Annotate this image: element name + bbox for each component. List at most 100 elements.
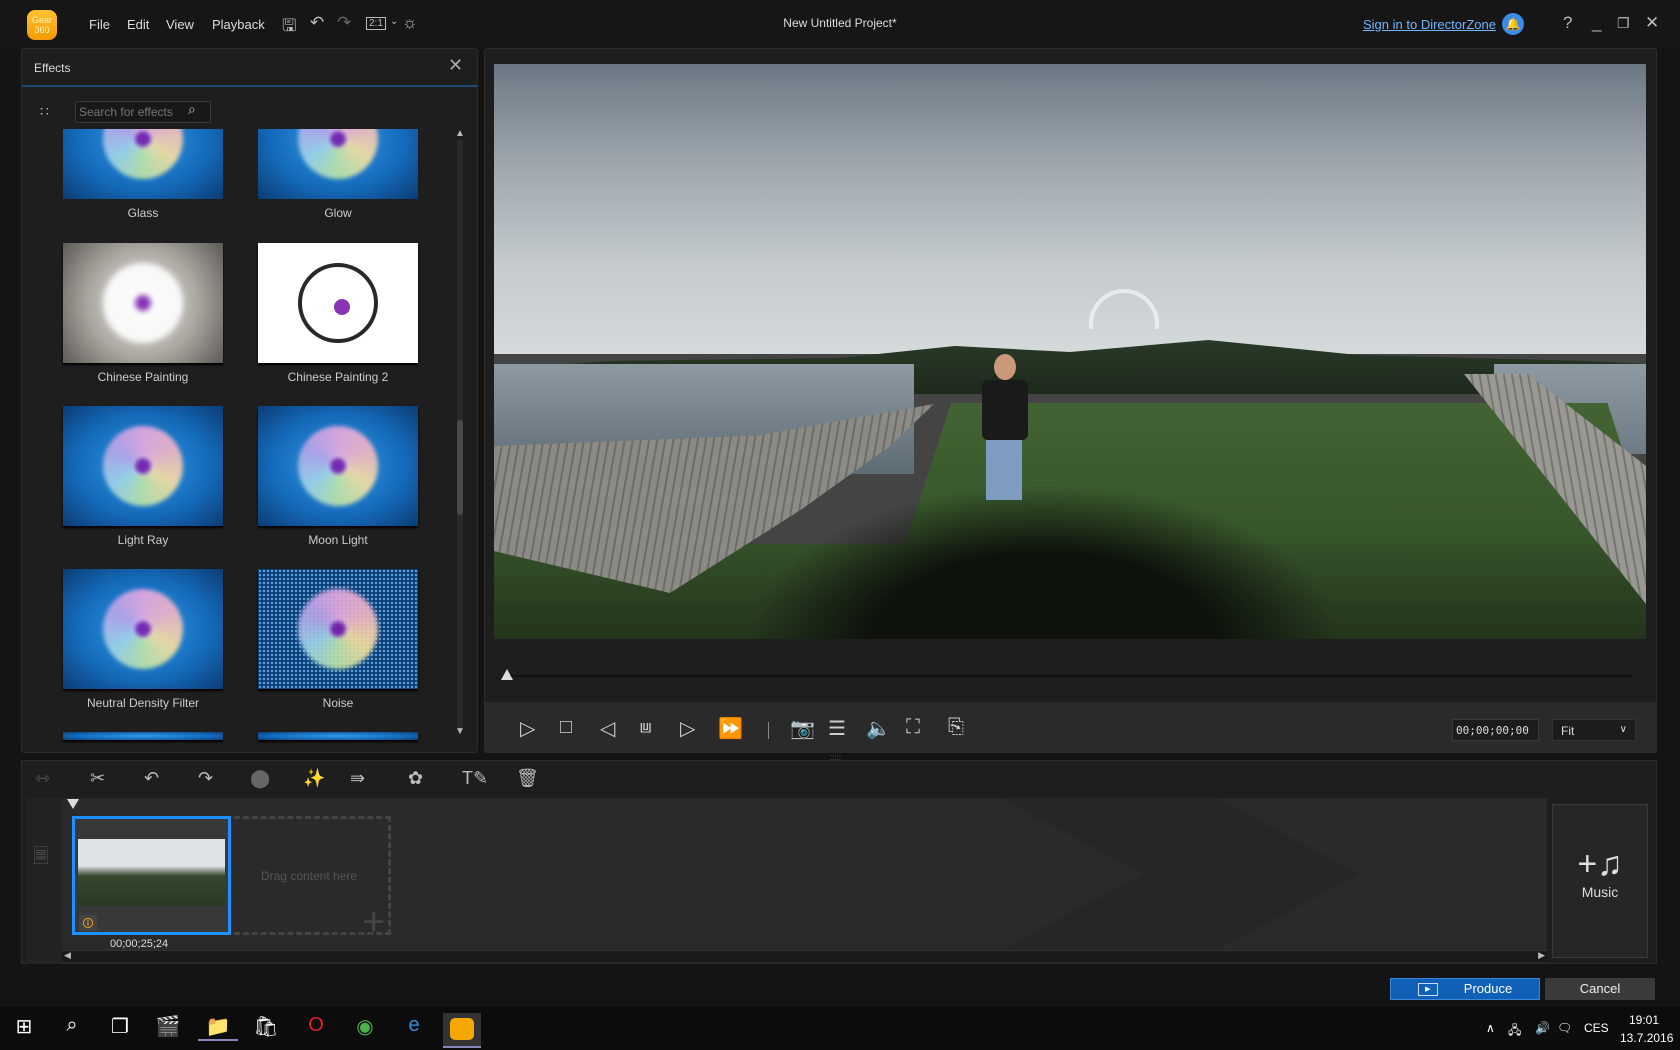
effect-label: Chinese Painting [97,370,189,384]
clip-info-icon[interactable]: 🛈 [79,915,97,931]
timeline-scrollbar[interactable]: ◀ ▶ [62,950,1547,962]
slider-knob[interactable] [501,669,513,680]
restore-icon[interactable]: ❐ [1617,15,1630,32]
help-icon[interactable]: ? [1563,13,1572,33]
divider [768,722,769,739]
bell-icon[interactable]: 🔔 [1502,13,1524,35]
minimize-icon[interactable]: _ [1592,13,1601,33]
scrollbar-thumb[interactable] [457,420,463,515]
timecode-display[interactable]: 00;00;00;00 [1452,719,1539,741]
rotate-right-icon[interactable]: ↷ [198,768,213,789]
next-frame-icon[interactable]: ▷ [680,716,695,741]
add-music-button[interactable]: +♫ Music [1552,804,1648,958]
drop-hint: Drag content here [260,869,358,883]
effect-thumbnail[interactable] [63,406,223,526]
task-view-icon[interactable]: ❐ [100,1014,140,1039]
title-text-icon[interactable]: T✎ [462,768,488,789]
aspect-ratio-button[interactable]: 2:1 [366,17,386,30]
store-icon[interactable]: 🛍 [246,1014,286,1039]
network-icon[interactable]: 🖧 [1508,1021,1521,1042]
snapshot-icon[interactable]: 📷 [790,716,815,741]
menu-view[interactable]: View [166,17,194,32]
fast-forward-icon[interactable]: ⏩ [718,716,743,741]
gear360-taskbar-button[interactable] [443,1013,481,1048]
add-icon[interactable]: + [362,900,385,945]
show-hidden-icon[interactable]: ∧ [1486,1021,1495,1035]
play-icon[interactable]: ▷ [520,716,535,741]
zoom-value: Fit [1561,724,1575,738]
scroll-up-icon[interactable]: ▲ [455,128,465,139]
track-header: 🗏 [27,798,62,964]
speed-icon[interactable]: ⇛ [350,768,365,789]
effects-icon[interactable]: ✿ [408,768,423,789]
effect-label: Chinese Painting 2 [287,370,389,384]
delete-icon[interactable]: 🗑 [516,768,539,789]
undo-icon[interactable]: ↶ [310,13,324,33]
app-icon[interactable]: 🎬 [148,1014,188,1039]
effect-label: Noise [322,696,354,710]
chevron-down-icon: ∨ [1619,724,1627,735]
subtitles-icon[interactable]: ☰ [828,716,846,741]
menu-file[interactable]: File [89,17,110,32]
menu-edit[interactable]: Edit [127,17,149,32]
fit-timeline-icon[interactable]: ⇿ [35,768,50,789]
magic-wand-icon[interactable]: ✨ [303,768,325,789]
cancel-button[interactable]: Cancel [1545,978,1655,1000]
clock-date[interactable]: 13.7.2016 [1620,1031,1673,1045]
timeline-clip[interactable]: 🛈 [72,816,231,935]
opera-icon[interactable]: O [296,1014,336,1037]
start-icon[interactable]: ⊞ [4,1014,44,1039]
scroll-down-icon[interactable]: ▼ [455,726,465,737]
settings-icon[interactable]: ☼ [402,13,418,33]
split-scissors-icon[interactable]: ✂ [90,768,105,789]
effect-label: Neutral Density Filter [86,696,200,710]
effect-thumbnail[interactable] [258,406,418,526]
playback-slider[interactable] [506,675,1633,677]
volume-icon[interactable]: 🔈 [866,716,891,741]
effect-label: Light Ray [117,533,169,547]
grid-view-icon[interactable]: ∷ [40,103,49,120]
close-icon[interactable]: ✕ [448,55,463,76]
clip-duration: 00;00;25;24 [110,938,169,950]
produce-button[interactable]: ▶ Produce [1390,978,1540,1000]
effect-thumbnail[interactable] [258,732,418,740]
stop-icon[interactable]: □ [560,716,572,739]
action-center-icon[interactable]: 🗨 [1557,1021,1572,1035]
person [974,354,1034,514]
video-preview[interactable] [494,64,1646,639]
effect-label: Glass [127,206,159,220]
search-icon[interactable]: ⌕ [52,1014,92,1037]
close-icon[interactable]: ✕ [1645,13,1659,33]
split-marker-icon[interactable]: ⩏ [640,716,651,739]
video-track-icon: 🗏 [33,846,50,868]
effect-thumbnail[interactable] [258,569,418,689]
effect-thumbnail[interactable] [63,569,223,689]
language-indicator[interactable]: CES [1584,1021,1609,1035]
volume-icon[interactable]: 🔊 [1535,1021,1550,1035]
effect-thumbnail[interactable] [258,243,418,363]
chevron-down-icon[interactable]: ⌄ [390,16,398,27]
file-explorer-icon[interactable]: 📁 [198,1014,238,1041]
effect-thumbnail[interactable] [63,243,223,363]
external-display-icon[interactable]: ⎘ [948,716,964,739]
timeline-playhead[interactable] [67,799,79,809]
redo-icon[interactable]: ↷ [337,13,351,33]
signin-link[interactable]: Sign in to DirectorZone [1363,17,1496,32]
produce-label: Produce [1463,981,1513,996]
effect-thumbnail[interactable] [63,732,223,740]
music-note-icon: +♫ [1577,845,1623,883]
zoom-select[interactable]: Fit ∨ [1552,719,1636,741]
app-logo: Gear 360 [27,10,57,40]
chrome-icon[interactable]: ◉ [345,1014,385,1039]
clip-thumbnail [78,839,225,906]
clock-time[interactable]: 19:01 [1629,1013,1659,1027]
music-label: Music [1581,884,1619,900]
fullscreen-icon[interactable]: ⛶ [906,716,920,739]
edge-icon[interactable]: e [394,1014,434,1037]
rotate-left-icon[interactable]: ↶ [144,768,159,789]
color-adjust-icon[interactable]: ⬤ [250,768,270,789]
previous-frame-icon[interactable]: ◁ [600,716,615,741]
search-icon[interactable]: ⌕ [188,101,196,118]
save-icon[interactable]: 🖫 [282,13,296,42]
menu-playback[interactable]: Playback [212,17,265,32]
